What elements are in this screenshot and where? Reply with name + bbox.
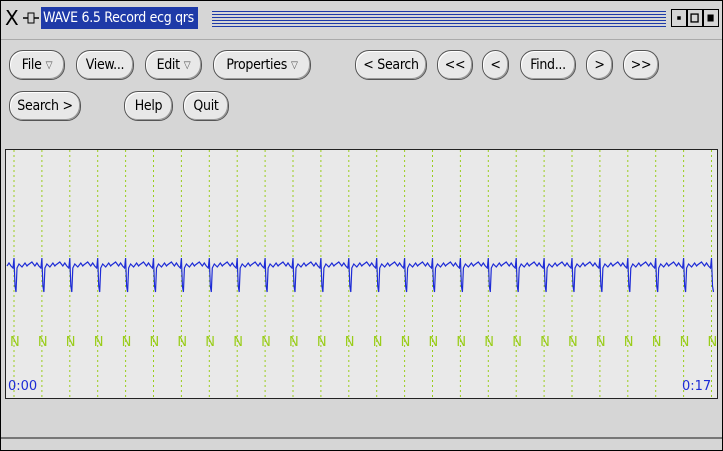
view-label: View... bbox=[85, 57, 125, 73]
rewind-label: < bbox=[490, 57, 501, 73]
beat-annotation[interactable]: N bbox=[205, 335, 215, 350]
ecg-plot[interactable]: N N N N N N N N N N N N N N N N N N N N N N N N N N 0:00 0:17 bbox=[6, 150, 717, 398]
find-label: Find... bbox=[530, 57, 566, 73]
minimize-button[interactable] bbox=[671, 9, 687, 27]
help-label: Help bbox=[134, 98, 163, 114]
beat-annotation[interactable]: N bbox=[150, 335, 160, 350]
edit-menu-label: Edit bbox=[156, 57, 181, 73]
maximize-button[interactable] bbox=[687, 9, 703, 27]
beat-annotation[interactable]: N bbox=[484, 335, 494, 350]
forward-fast-button[interactable]: >> bbox=[623, 50, 659, 80]
chevron-down-icon: ▽ bbox=[290, 60, 298, 71]
minimize-icon bbox=[677, 16, 681, 20]
beat-annotation[interactable]: N bbox=[289, 335, 299, 350]
beat-annotation[interactable]: N bbox=[596, 335, 606, 350]
search-backward-button[interactable]: < Search bbox=[355, 50, 427, 80]
beat-annotation[interactable]: N bbox=[540, 335, 550, 350]
beat-annotation[interactable]: N bbox=[66, 335, 76, 350]
beat-annotation[interactable]: N bbox=[177, 335, 187, 350]
beat-annotation[interactable]: N bbox=[624, 335, 634, 350]
beat-annotation[interactable]: N bbox=[708, 335, 718, 350]
file-menu-label: File bbox=[21, 57, 42, 73]
maximize-icon bbox=[690, 13, 699, 23]
edit-menu-button[interactable]: Edit ▽ bbox=[145, 50, 202, 80]
forward-fast-label: >> bbox=[630, 57, 652, 73]
window-title: WAVE 6.5 Record ecg qrs bbox=[41, 7, 198, 29]
beat-annotation[interactable]: N bbox=[317, 335, 327, 350]
beat-annotation[interactable]: N bbox=[652, 335, 662, 350]
pin-icon[interactable] bbox=[23, 9, 39, 27]
close-button[interactable] bbox=[703, 9, 719, 27]
wave-window: X WAVE 6.5 Record ecg qrs File ▽ View... … bbox=[0, 0, 723, 451]
beat-annotation[interactable]: N bbox=[512, 335, 522, 350]
rewind-fast-label: << bbox=[444, 57, 466, 73]
properties-menu-label: Properties bbox=[226, 57, 287, 73]
view-button[interactable]: View... bbox=[76, 50, 134, 80]
beat-annotation[interactable]: N bbox=[456, 335, 466, 350]
beat-annotation[interactable]: N bbox=[401, 335, 411, 350]
find-button[interactable]: Find... bbox=[520, 50, 576, 80]
beat-annotation[interactable]: N bbox=[10, 335, 20, 350]
beat-annotation[interactable]: N bbox=[261, 335, 271, 350]
horizontal-scrollbar[interactable] bbox=[1, 437, 722, 450]
time-start-label: 0:00 bbox=[8, 379, 37, 394]
chevron-down-icon: ▽ bbox=[183, 60, 191, 71]
properties-menu-button[interactable]: Properties ▽ bbox=[213, 50, 311, 80]
beat-annotation[interactable]: N bbox=[233, 335, 243, 350]
rewind-button[interactable]: < bbox=[482, 50, 509, 80]
toolbar: File ▽ View... Edit ▽ Properties ▽ < Search… bbox=[1, 39, 722, 149]
beat-annotation[interactable]: N bbox=[122, 335, 132, 350]
help-button[interactable]: Help bbox=[124, 91, 173, 121]
file-menu-button[interactable]: File ▽ bbox=[9, 50, 65, 80]
forward-label: > bbox=[594, 57, 605, 73]
search-backward-label: < Search bbox=[363, 57, 419, 73]
close-icon bbox=[707, 14, 714, 22]
beat-annotation[interactable]: N bbox=[568, 335, 578, 350]
beat-annotation[interactable]: N bbox=[345, 335, 355, 350]
title-bar[interactable]: X WAVE 6.5 Record ecg qrs bbox=[1, 1, 722, 40]
beat-annotation[interactable]: N bbox=[680, 335, 690, 350]
signal-canvas[interactable]: N N N N N N N N N N N N N N N N N N N N N N N N N N 0:00 0:17 bbox=[5, 149, 718, 399]
time-end-label: 0:17 bbox=[682, 379, 711, 394]
beat-annotation[interactable]: N bbox=[94, 335, 104, 350]
chevron-down-icon: ▽ bbox=[45, 60, 53, 71]
annotation-row: NNNNNNNNNNNNNNNNNNNNNNNNNN bbox=[10, 335, 717, 350]
x-menu-icon[interactable]: X bbox=[5, 7, 23, 29]
title-stripes bbox=[212, 9, 666, 27]
status-area bbox=[1, 399, 722, 437]
quit-label: Quit bbox=[193, 98, 219, 114]
ecg-trace bbox=[6, 257, 715, 293]
quit-button[interactable]: Quit bbox=[183, 91, 229, 121]
beat-annotation[interactable]: N bbox=[429, 335, 439, 350]
forward-button[interactable]: > bbox=[586, 50, 613, 80]
rewind-fast-button[interactable]: << bbox=[437, 50, 473, 80]
beat-annotation[interactable]: N bbox=[38, 335, 48, 350]
time-grid bbox=[13, 150, 712, 398]
search-forward-button[interactable]: Search > bbox=[9, 91, 81, 121]
beat-annotation[interactable]: N bbox=[373, 335, 383, 350]
search-forward-label: Search > bbox=[17, 98, 73, 114]
